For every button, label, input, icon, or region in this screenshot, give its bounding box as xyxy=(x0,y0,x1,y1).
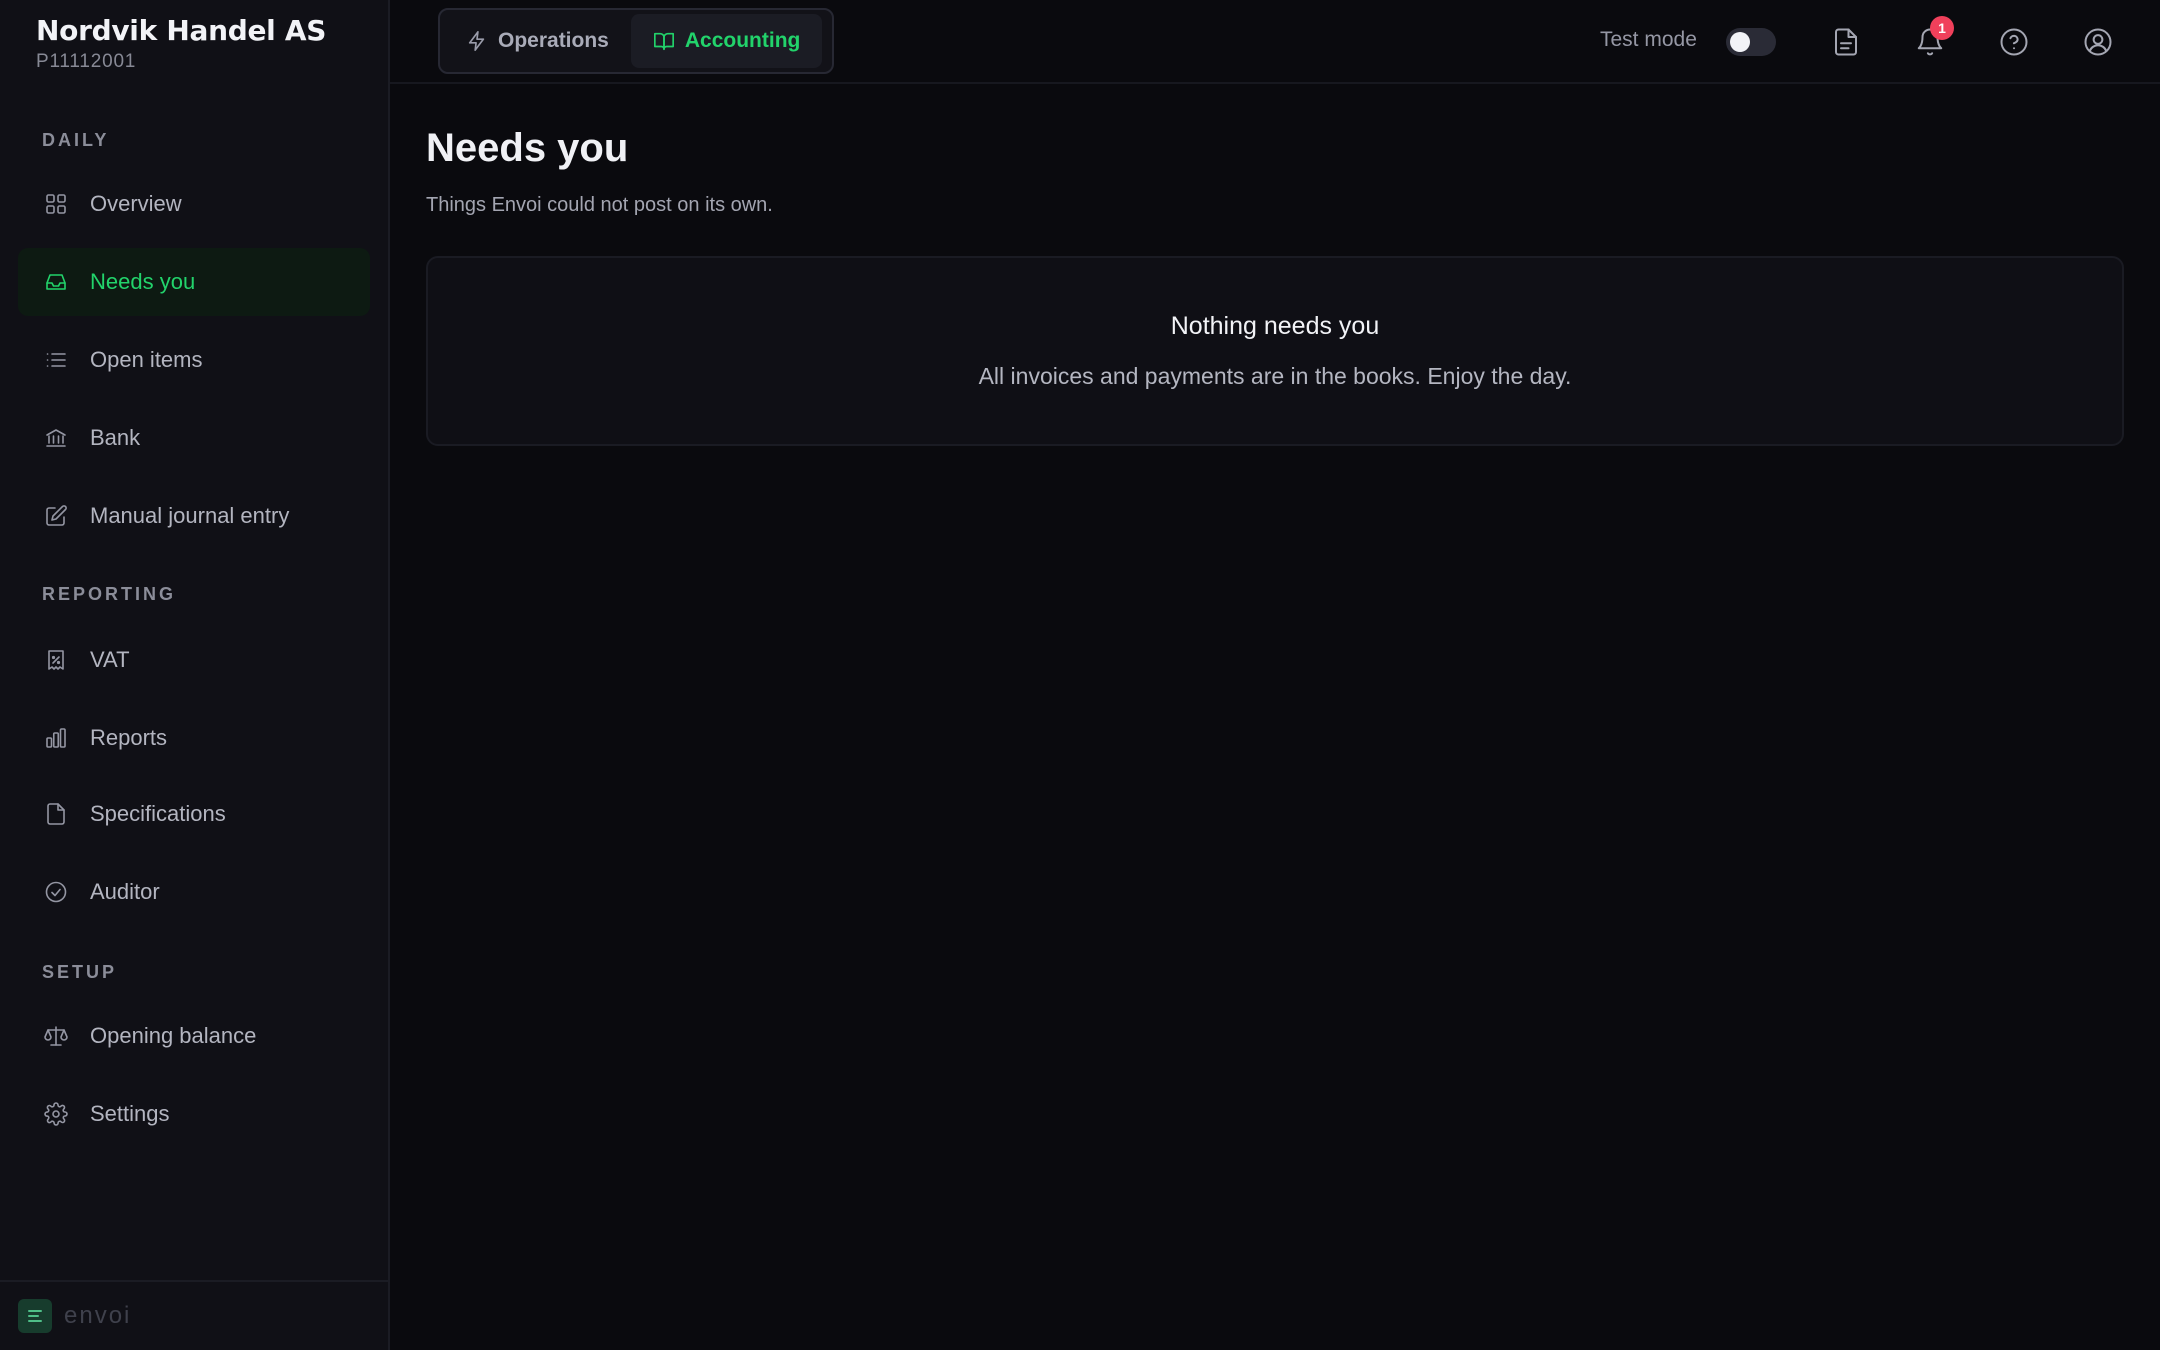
sidebar-item-settings[interactable]: Settings xyxy=(18,1080,370,1148)
list-icon xyxy=(42,346,70,374)
sidebar-item-open-items[interactable]: Open items xyxy=(18,326,370,394)
check-circle-icon xyxy=(42,878,70,906)
inbox-icon xyxy=(42,268,70,296)
sidebar-item-label: Opening balance xyxy=(90,1023,257,1048)
sidebar-item-label: Manual journal entry xyxy=(90,503,290,528)
sidebar-item-vat[interactable]: VAT xyxy=(18,626,370,694)
envoi-logo-icon xyxy=(18,1299,52,1333)
sidebar-item-bank[interactable]: Bank xyxy=(18,404,370,472)
help-button[interactable] xyxy=(1994,22,2034,62)
documents-button[interactable] xyxy=(1826,22,1866,62)
company-name: Nordvik Handel AS xyxy=(36,14,327,47)
empty-state-card: Nothing needs you All invoices and payme… xyxy=(426,256,2124,446)
sidebar-item-opening-balance[interactable]: Opening balance xyxy=(18,1002,370,1070)
account-button[interactable] xyxy=(2078,22,2118,62)
edit-icon xyxy=(42,502,70,530)
sidebar-item-label: Needs you xyxy=(90,269,196,294)
document-icon xyxy=(1835,28,1857,56)
sidebar-item-auditor[interactable]: Auditor xyxy=(18,858,370,926)
sidebar-item-specifications[interactable]: Specifications xyxy=(18,780,370,848)
company-header: Nordvik Handel AS P11112001 xyxy=(0,0,388,73)
notifications-button[interactable]: 1 xyxy=(1910,16,1954,62)
test-mode-label: Test mode xyxy=(1600,28,1697,51)
lightning-icon xyxy=(468,31,485,51)
file-icon xyxy=(42,800,70,828)
tab-accounting-label: Accounting xyxy=(684,29,801,52)
empty-state-text: All invoices and payments are in the boo… xyxy=(978,363,1572,389)
scale-icon xyxy=(42,1022,70,1050)
topbar: Operations Accounting Test mode 1 xyxy=(390,0,2160,84)
sidebar-item-overview[interactable]: Overview xyxy=(18,170,370,238)
section-label-setup: SETUP xyxy=(42,962,118,982)
main-content: Operations Accounting Test mode 1 Needs … xyxy=(390,0,2160,1350)
tab-operations-label: Operations xyxy=(498,29,609,52)
company-id: P11112001 xyxy=(36,51,137,72)
sidebar-item-label: Bank xyxy=(90,425,141,450)
sidebar-footer: envoi xyxy=(0,1280,388,1350)
gear-icon xyxy=(42,1100,70,1128)
brand-name: envoi xyxy=(64,1302,132,1329)
test-mode-toggle[interactable] xyxy=(1726,28,1776,56)
sidebar-item-label: Overview xyxy=(90,191,182,216)
tab-operations[interactable]: Operations xyxy=(444,14,631,68)
sidebar-item-label: VAT xyxy=(90,647,130,672)
bank-icon xyxy=(42,424,70,452)
bar-chart-icon xyxy=(42,724,70,752)
sidebar-item-label: Reports xyxy=(90,725,168,750)
page-title: Needs you xyxy=(426,126,629,170)
section-label-daily: DAILY xyxy=(42,130,110,150)
sidebar-item-reports[interactable]: Reports xyxy=(18,704,370,772)
sidebar-item-label: Auditor xyxy=(90,879,160,904)
help-circle-icon xyxy=(2000,28,2028,56)
book-icon xyxy=(653,32,674,51)
page-subtitle: Things Envoi could not post on its own. xyxy=(426,194,773,216)
sidebar-item-manual-journal-entry[interactable]: Manual journal entry xyxy=(18,482,370,550)
tab-accounting[interactable]: Accounting xyxy=(630,14,823,68)
toggle-knob xyxy=(1730,32,1750,52)
empty-state-title: Nothing needs you xyxy=(1170,312,1380,340)
sidebar: Nordvik Handel AS P11112001 DAILY Overvi… xyxy=(0,0,390,1350)
receipt-percent-icon xyxy=(42,646,70,674)
section-label-reporting: REPORTING xyxy=(42,584,177,604)
sidebar-item-label: Open items xyxy=(90,347,203,372)
mode-switch: Operations Accounting xyxy=(438,8,834,74)
user-circle-icon xyxy=(2084,28,2112,56)
grid-icon xyxy=(42,190,70,218)
sidebar-item-label: Specifications xyxy=(90,801,226,826)
notification-badge: 1 xyxy=(1930,16,1954,40)
sidebar-item-label: Settings xyxy=(90,1101,170,1126)
sidebar-item-needs-you[interactable]: Needs you xyxy=(18,248,370,316)
